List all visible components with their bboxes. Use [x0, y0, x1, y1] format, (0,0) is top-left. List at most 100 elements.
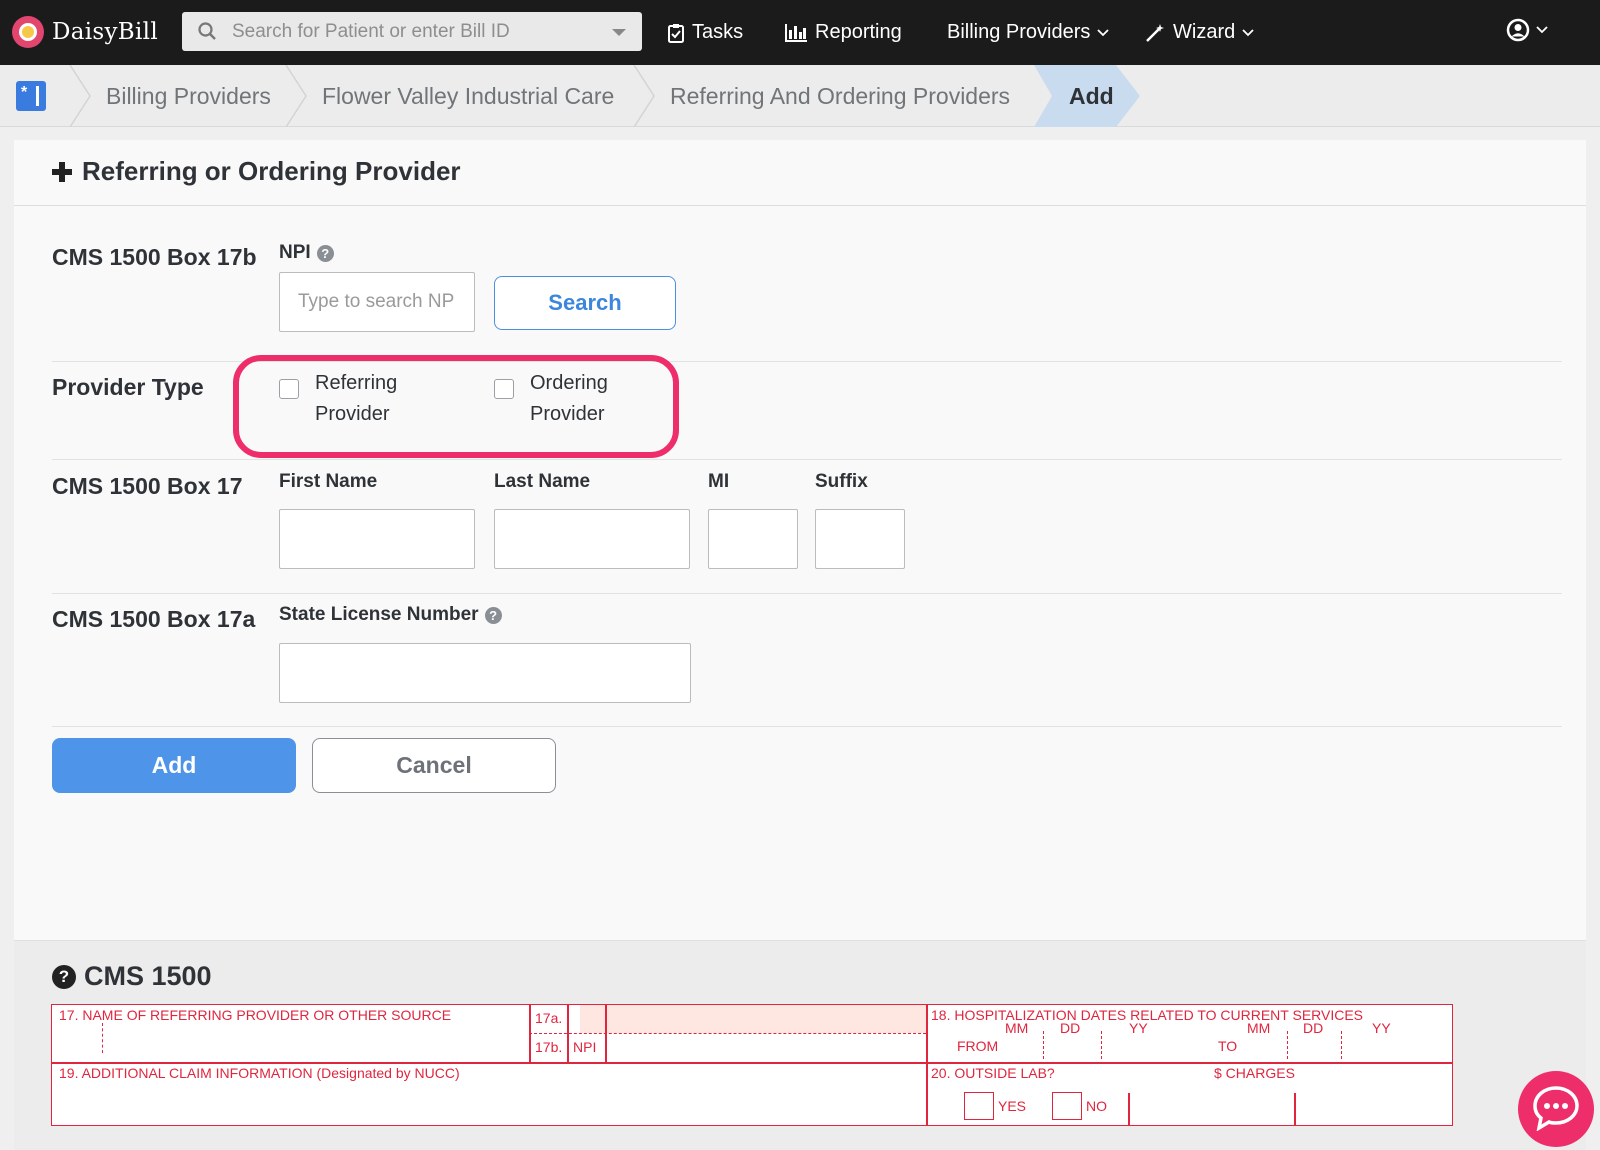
cms-yes-text: YES	[998, 1098, 1027, 1114]
chevron-down-icon	[1242, 28, 1254, 37]
box17a-shade	[580, 1005, 926, 1033]
cms-dd-to: DD	[1303, 1020, 1324, 1036]
logo[interactable]: DaisyBill	[12, 14, 158, 50]
cms-box17a-text: 17a.	[535, 1010, 563, 1026]
state-license-field[interactable]	[279, 643, 691, 703]
cms-dd-from: DD	[1060, 1020, 1081, 1036]
chevron-down-icon	[1097, 28, 1110, 37]
breadcrumb-referring-ordering[interactable]: Referring And Ordering Providers	[670, 65, 1010, 127]
cms-no-text: NO	[1086, 1098, 1107, 1114]
search-icon	[198, 22, 216, 40]
magic-wand-icon	[1145, 23, 1165, 43]
nav-wizard[interactable]: Wizard	[1145, 0, 1254, 65]
last-name-label: Last Name	[494, 471, 591, 492]
npi-label-text: NPI	[279, 242, 311, 263]
breadcrumb: Billing Providers Flower Valley Industri…	[0, 65, 1600, 127]
breadcrumb-billing-providers[interactable]: Billing Providers	[106, 65, 271, 127]
nav-reporting-label: Reporting	[815, 21, 902, 43]
form-rule	[1101, 1031, 1102, 1059]
cms-box19-text: 19. ADDITIONAL CLAIM INFORMATION (Design…	[59, 1065, 460, 1081]
npi-search-button[interactable]: Search	[494, 276, 676, 330]
cms-box17-text: 17. NAME OF REFERRING PROVIDER OR OTHER …	[59, 1007, 452, 1023]
cms-no-box	[1052, 1092, 1082, 1120]
row-divider	[52, 593, 1562, 594]
cms1500-form-image: 17. NAME OF REFERRING PROVIDER OR OTHER …	[51, 1004, 1453, 1126]
cms-to-text: TO	[1218, 1038, 1238, 1054]
state-license-label: State License Number ?	[279, 604, 502, 626]
nav-reporting[interactable]: Reporting	[785, 0, 902, 65]
clipboard-check-icon	[668, 23, 684, 43]
highlight-annotation	[233, 355, 679, 458]
chat-button[interactable]	[1518, 1071, 1594, 1147]
page-title-text: Referring or Ordering Provider	[82, 156, 461, 186]
first-name-label: First Name	[279, 471, 378, 492]
nav-tasks-label: Tasks	[692, 21, 744, 43]
help-icon[interactable]: ?	[484, 606, 502, 624]
cms-mm-to: MM	[1247, 1020, 1271, 1036]
form-rule	[1341, 1031, 1342, 1059]
suffix-label: Suffix	[815, 471, 868, 492]
account-menu[interactable]	[1506, 18, 1548, 42]
form-rule	[1294, 1093, 1296, 1125]
home-icon[interactable]	[16, 81, 46, 111]
nav-wizard-label: Wizard	[1173, 21, 1236, 43]
cms1500-section: ? CMS 1500 17. NAME OF REFERRING PROVIDE…	[14, 940, 1586, 1150]
state-license-label-text: State License Number	[279, 604, 479, 625]
first-name-field[interactable]	[279, 509, 475, 569]
help-icon[interactable]: ?	[316, 244, 334, 262]
daisy-logo-icon	[12, 16, 44, 48]
search-input[interactable]	[232, 12, 592, 51]
npi-search-input[interactable]	[279, 272, 475, 332]
cms-charges-text: $ CHARGES	[1214, 1065, 1295, 1081]
patient-search[interactable]	[182, 12, 642, 51]
provider-form-card: Referring or Ordering Provider CMS 1500 …	[14, 140, 1586, 940]
breadcrumb-separator	[633, 65, 655, 127]
box17b-label: CMS 1500 Box 17b	[52, 244, 257, 270]
chevron-down-icon[interactable]	[612, 29, 626, 36]
page-title: Referring or Ordering Provider	[52, 156, 461, 187]
divider	[14, 205, 1586, 206]
user-circle-icon	[1506, 18, 1530, 42]
chat-bubble-icon	[1533, 1086, 1579, 1131]
nav-billing-providers[interactable]: Billing Providers	[947, 0, 1110, 65]
provider-type-label: Provider Type	[52, 374, 204, 400]
npi-label: NPI ?	[279, 242, 334, 264]
last-name-field[interactable]	[494, 509, 690, 569]
cms-npi-text: NPI	[573, 1039, 597, 1055]
form-rule	[102, 1023, 103, 1053]
brand-name: DaisyBill	[52, 19, 158, 45]
cms-yy-from: YY	[1129, 1020, 1148, 1036]
form-rule	[1128, 1093, 1130, 1125]
form-rule	[1043, 1031, 1044, 1059]
cms-from-text: FROM	[957, 1038, 999, 1054]
form-rule	[52, 1062, 1452, 1064]
box17-label: CMS 1500 Box 17	[52, 473, 243, 499]
add-button[interactable]: Add	[52, 738, 296, 793]
form-rule	[1287, 1031, 1288, 1059]
mi-label: MI	[708, 471, 730, 492]
box17a-label: CMS 1500 Box 17a	[52, 606, 256, 632]
suffix-field[interactable]	[815, 509, 905, 569]
cms-yy-to: YY	[1372, 1020, 1391, 1036]
row-divider	[52, 459, 1562, 460]
nav-tasks[interactable]: Tasks	[668, 0, 743, 65]
chevron-down-icon	[1536, 26, 1548, 34]
row-divider	[52, 726, 1562, 727]
cms-yes-box	[964, 1092, 994, 1120]
cms-mm-from: MM	[1005, 1020, 1029, 1036]
mi-field[interactable]	[708, 509, 798, 569]
cms1500-title-text: CMS 1500	[84, 961, 212, 991]
cms-box17b-text: 17b.	[535, 1039, 563, 1055]
top-nav: DaisyBill Tasks Reporting Billing Provid…	[0, 0, 1600, 65]
form-rule	[926, 1005, 928, 1125]
cms1500-title: ? CMS 1500	[52, 961, 212, 992]
question-circle-icon[interactable]: ?	[52, 964, 76, 989]
plus-icon	[52, 161, 72, 182]
cms-box20-text: 20. OUTSIDE LAB?	[931, 1065, 1055, 1081]
cancel-button[interactable]: Cancel	[312, 738, 556, 793]
breadcrumb-add: Add	[1069, 83, 1114, 109]
breadcrumb-flower-valley[interactable]: Flower Valley Industrial Care	[322, 65, 614, 127]
form-rule	[529, 1033, 926, 1034]
nav-billing-providers-label: Billing Providers	[947, 21, 1091, 43]
bar-chart-icon	[785, 23, 807, 42]
